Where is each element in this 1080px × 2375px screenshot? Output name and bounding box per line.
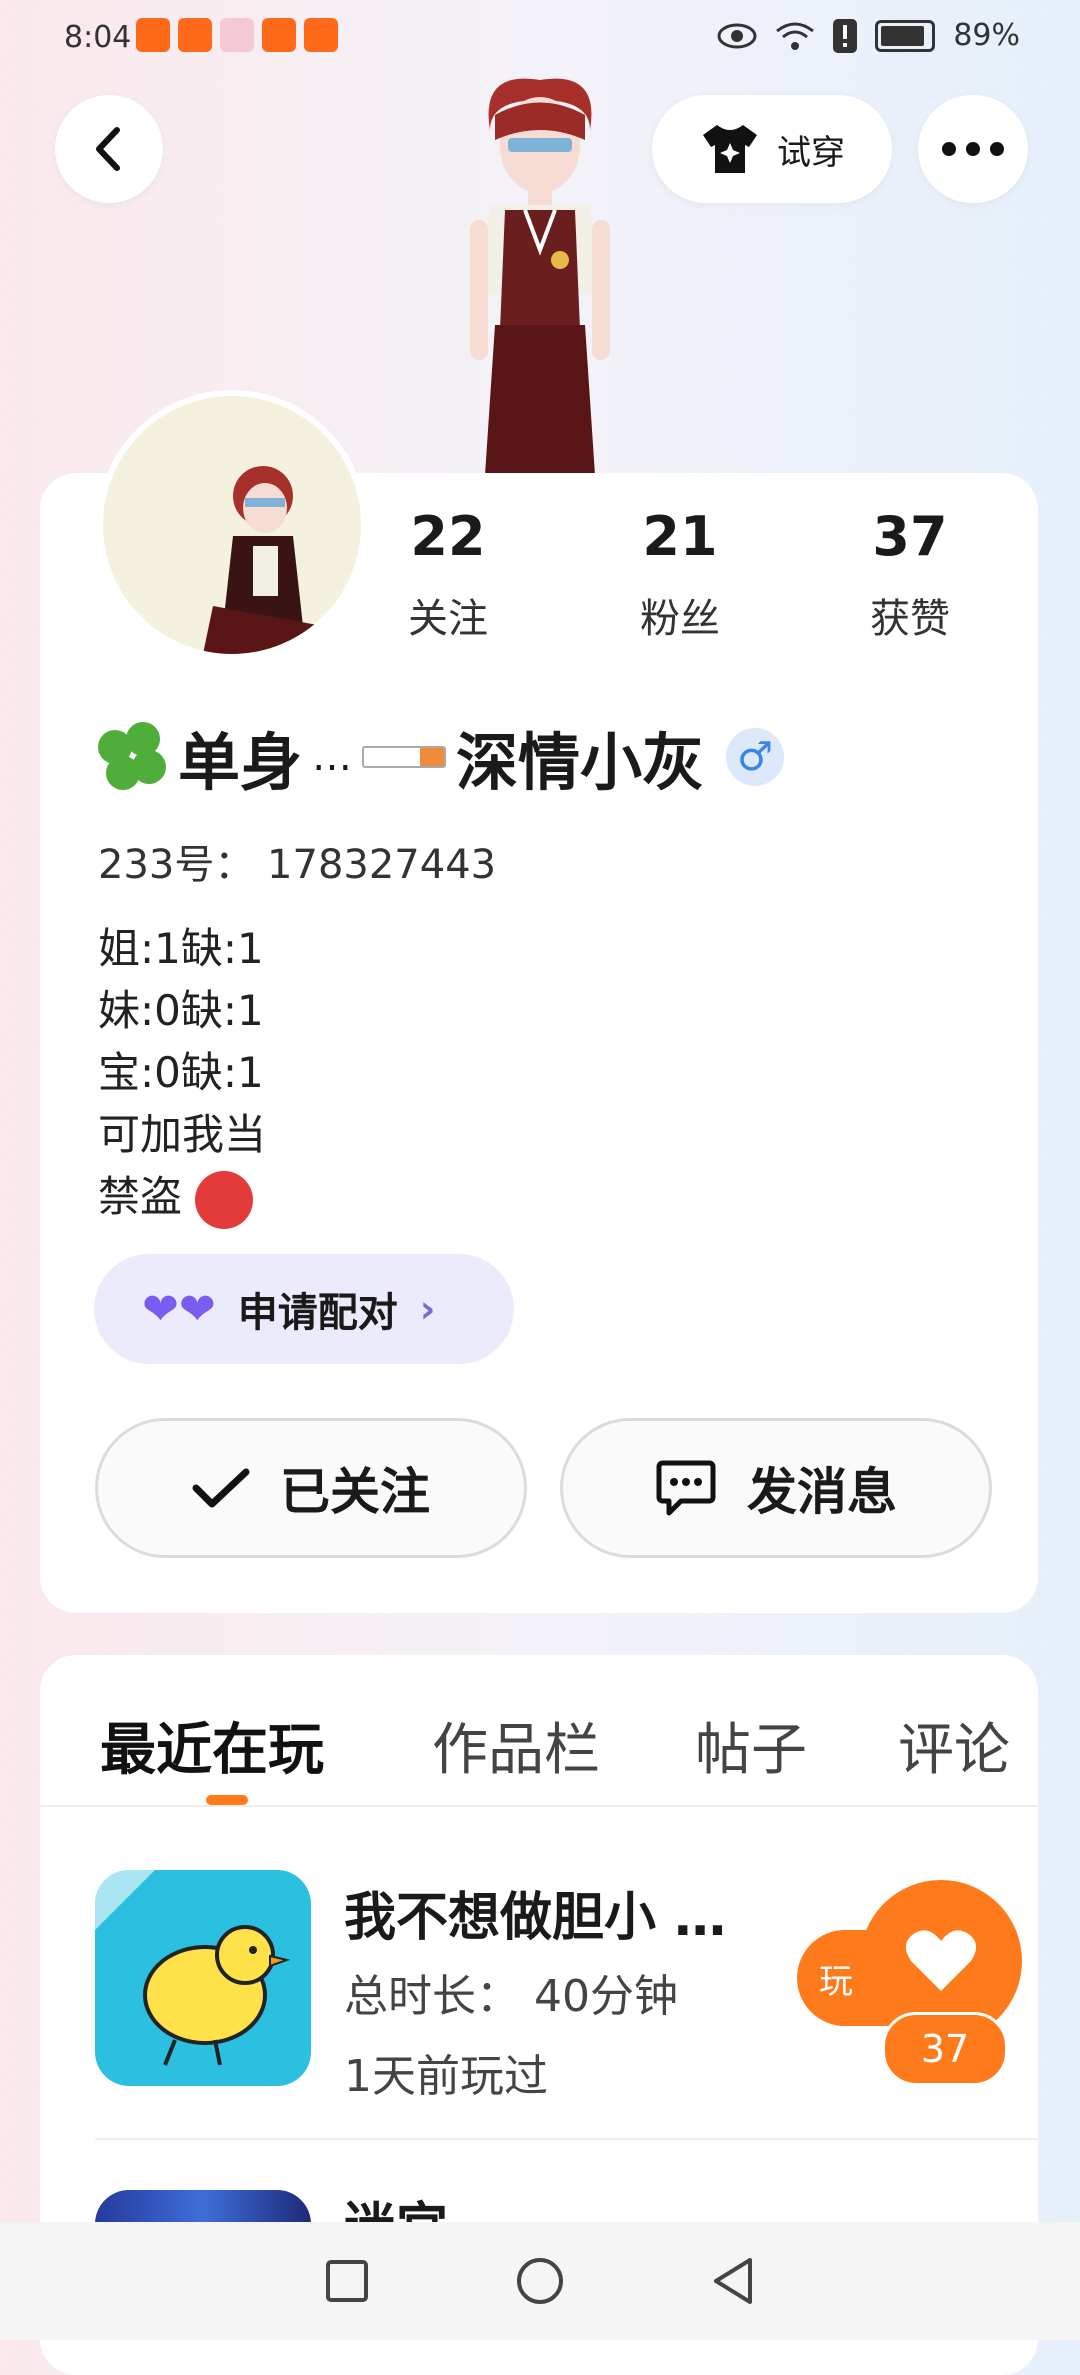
play-label: 玩	[819, 1961, 853, 2002]
bio-line: 禁盗	[98, 1172, 183, 1221]
active-tab-indicator	[206, 1795, 248, 1805]
cigarette-icon	[362, 746, 447, 768]
followed-label: 已关注	[280, 1463, 430, 1521]
stat-likes[interactable]: 37 获赞	[820, 505, 1000, 644]
bio-line-last: 禁盗	[98, 1166, 266, 1229]
likes-label: 获赞	[870, 596, 950, 642]
tab-works[interactable]: 作品栏	[432, 1705, 600, 1786]
list-divider	[95, 2138, 1038, 2140]
chevron-right-icon: ›	[419, 1287, 436, 1331]
game-duration: 总时长： 40分钟	[344, 1971, 678, 2022]
nickname-part1: 单身	[178, 726, 303, 799]
avatar-image	[203, 466, 323, 654]
following-label: 关注	[408, 596, 488, 642]
bio-line: 可加我当	[98, 1110, 267, 1159]
try-on-label: 试穿	[777, 132, 845, 173]
eye-icon	[717, 23, 757, 48]
nickname: 单身 … 深情小灰 ♂	[98, 712, 785, 802]
game-icon-chick[interactable]	[95, 1870, 311, 2086]
likes-count: 37	[872, 505, 948, 568]
stat-followers[interactable]: 21 粉丝	[590, 505, 770, 644]
status-bar: 8:04 89%	[0, 0, 1080, 80]
circle-icon	[516, 2258, 563, 2304]
tab-comments[interactable]: 评论	[898, 1705, 1010, 1786]
heart-icon	[905, 1930, 977, 1991]
bio-line: 姐:1缺:1	[98, 924, 264, 973]
tab-divider	[40, 1805, 1038, 1807]
system-nav-bar	[0, 2222, 1080, 2340]
tab-posts[interactable]: 帖子	[695, 1705, 807, 1786]
bio-line: 妹:0缺:1	[98, 986, 264, 1035]
tshirt-icon	[703, 125, 757, 173]
bio-line: 宝:0缺:1	[98, 1048, 264, 1097]
like-count-badge: 37	[882, 2012, 1008, 2086]
stat-following[interactable]: 22 关注	[358, 505, 538, 644]
app-notification-icon	[220, 18, 254, 52]
square-icon	[325, 2260, 368, 2302]
avatar-figure[interactable]	[440, 70, 640, 475]
back-nav-button[interactable]	[703, 2251, 763, 2311]
profile-avatar[interactable]	[97, 390, 367, 660]
bio: 姐:1缺:1 妹:0缺:1 宝:0缺:1 可加我当 禁盗	[98, 918, 266, 1229]
followers-label: 粉丝	[640, 596, 720, 642]
chick-icon	[95, 1870, 291, 2066]
followers-count: 21	[642, 505, 718, 568]
chat-bubble-icon	[656, 1460, 716, 1516]
battery-percent: 89%	[953, 18, 1020, 53]
double-heart-icon: ❤❤	[142, 1283, 216, 1335]
game-last-played: 1天前玩过	[344, 2051, 548, 2102]
try-on-button[interactable]: 试穿	[652, 95, 892, 203]
notification-icons	[136, 18, 338, 52]
battery-icon	[875, 19, 936, 52]
wifi-icon	[776, 22, 815, 50]
alert-icon	[833, 18, 858, 53]
send-message-label: 发消息	[747, 1463, 897, 1521]
more-button[interactable]	[918, 95, 1028, 203]
app-notification-icon	[262, 18, 296, 52]
triangle-back-icon	[714, 2258, 753, 2304]
male-gender-icon: ♂	[726, 728, 785, 786]
checkmark-icon	[192, 1468, 250, 1508]
nickname-dots: …	[312, 734, 353, 780]
more-dots-icon	[942, 142, 1004, 156]
app-notification-icon	[178, 18, 212, 52]
followed-button[interactable]: 已关注	[95, 1418, 527, 1558]
app-notification-icon	[304, 18, 338, 52]
tab-recently-played[interactable]: 最近在玩	[100, 1705, 324, 1786]
request-pair-button[interactable]: ❤❤ 申请配对 ›	[94, 1254, 514, 1364]
status-time: 8:04	[64, 20, 132, 55]
following-count: 22	[410, 505, 486, 568]
status-right: 89%	[717, 18, 1020, 53]
game-title[interactable]: 我不想做胆小 …	[344, 1875, 726, 1950]
send-message-button[interactable]: 发消息	[560, 1418, 992, 1558]
request-pair-label: 申请配对	[237, 1290, 398, 1336]
back-button[interactable]	[55, 95, 163, 203]
recents-button[interactable]	[317, 2251, 377, 2311]
user-id: 233号： 178327443	[98, 842, 497, 888]
nickname-part2: 深情小灰	[456, 726, 705, 799]
home-button[interactable]	[510, 2251, 570, 2311]
chevron-left-icon	[96, 127, 120, 171]
angry-face-icon	[195, 1170, 254, 1229]
clover-icon	[98, 722, 168, 792]
app-notification-icon	[136, 18, 170, 52]
